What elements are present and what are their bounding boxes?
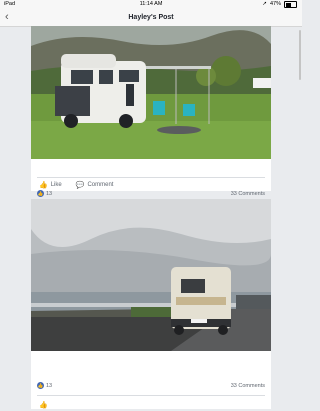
clock: 11:14 AM (139, 1, 163, 7)
post-card: 👍 13 33 Comments 👍 Like 💬 Comment (31, 26, 271, 197)
battery-percent: 47% (269, 1, 281, 7)
divider (37, 395, 265, 396)
post-stats: 👍 13 33 Comments (37, 382, 265, 392)
like-count[interactable]: 👍 13 (37, 190, 52, 197)
post-card: 👍 13 33 Comments 👍 (31, 199, 271, 409)
comment-count[interactable]: 33 Comments (231, 383, 265, 389)
battery-icon (284, 1, 297, 8)
comment-count[interactable]: 33 Comments (231, 191, 265, 197)
thumbs-up-icon: 👍 (37, 382, 44, 389)
divider (37, 177, 265, 178)
like-button[interactable]: 👍 (39, 399, 48, 411)
thumbs-up-icon: 👍 (37, 190, 44, 197)
post-photo-campervan[interactable] (31, 26, 271, 159)
scrollbar[interactable] (299, 30, 301, 80)
post-photo-motorhome-coast[interactable] (31, 199, 271, 351)
post-actions: 👍 Like 💬 Comment (39, 179, 113, 191)
thumbs-up-icon: 👍 (39, 402, 48, 409)
thumbs-up-icon: 👍 (39, 182, 48, 189)
speech-bubble-icon: 💬 (75, 182, 85, 189)
like-button[interactable]: 👍 Like (39, 179, 62, 191)
page-title: Hayley's Post (128, 14, 174, 21)
nav-bar: ‹ Hayley's Post (0, 9, 302, 27)
status-bar: iPad 11:14 AM ➚ 47% (0, 0, 302, 9)
comment-button[interactable]: 💬 Comment (76, 179, 114, 191)
post-actions: 👍 (39, 399, 48, 411)
battery-status: ➚ 47% (262, 0, 297, 9)
location-icon: ➚ (262, 1, 267, 7)
like-count[interactable]: 👍 13 (37, 382, 52, 389)
